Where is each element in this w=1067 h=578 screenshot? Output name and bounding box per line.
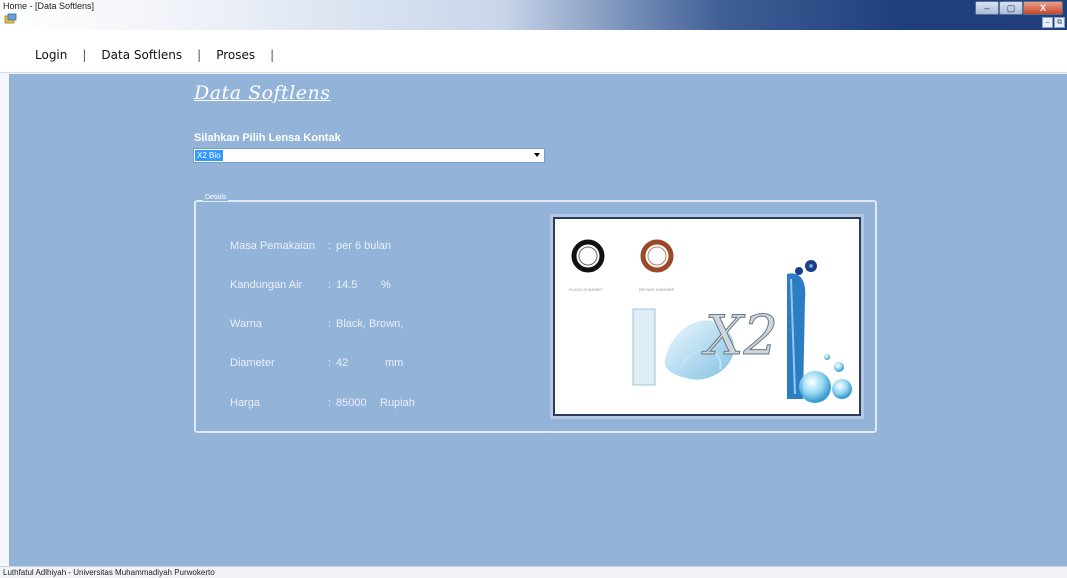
detail-label: Harga (230, 397, 260, 409)
window-title: Home - [Data Softlens] (3, 1, 95, 11)
close-button[interactable]: X (1023, 1, 1063, 15)
brand-text: X2 (701, 304, 778, 367)
window-controls: ‒ ▢ X (975, 1, 1063, 17)
maximize-button[interactable]: ▢ (999, 1, 1023, 15)
detail-value: per 6 bulan (336, 240, 392, 252)
detail-value: 85000 (336, 397, 367, 409)
menu-bar: Login | Data Softlens | Proses | (0, 30, 1067, 73)
minimize-button[interactable]: ‒ (975, 1, 999, 15)
main-window: Home - [Data Softlens] ‒ ▢ X ‒ ⧉ Login |… (0, 0, 1067, 578)
detail-label: Warna (230, 318, 262, 330)
status-bar: Luthfatul Adlhiyah - Universitas Muhamma… (0, 566, 1067, 578)
mdi-minimize-button[interactable]: ‒ (1042, 17, 1053, 28)
app-icon (4, 13, 17, 24)
detail-unit: mm (385, 357, 404, 369)
mdi-restore-button[interactable]: ⧉ (1054, 17, 1065, 28)
menu-strip: Login | Data Softlens | Proses | (35, 48, 289, 62)
product-image-frame: BLACK SHIMMER BROWN SHIMMER X2 BI (553, 217, 861, 416)
swatch-label-brown: BROWN SHIMMER (639, 287, 674, 292)
menu-item-login[interactable]: Login (35, 48, 67, 62)
detail-label: Masa Pemakaian (230, 240, 315, 252)
brand-sub-text: BI (774, 350, 787, 365)
detail-value: 14.5 (336, 279, 358, 291)
details-legend: Details (203, 194, 229, 201)
mdi-controls: ‒ ⧉ (1041, 17, 1065, 28)
menu-separator: | (197, 48, 202, 62)
detail-colon: : (328, 279, 332, 291)
lens-select-label: Silahkan Pilih Lensa Kontak (194, 132, 341, 144)
title-bar: Home - [Data Softlens] ‒ ▢ X ‒ ⧉ (0, 0, 1067, 30)
swatch-label-black: BLACK SHIMMER (569, 287, 602, 292)
lens-select-dropdown[interactable]: X2 Bio (193, 148, 545, 163)
detail-label: Kandungan Air (230, 279, 303, 291)
menu-item-data-softlens[interactable]: Data Softlens (101, 48, 182, 62)
detail-unit: Rupiah (380, 397, 415, 409)
chevron-down-icon[interactable] (534, 153, 540, 157)
detail-colon: : (328, 397, 332, 409)
detail-unit: % (381, 279, 391, 291)
detail-colon: : (328, 240, 332, 252)
lens-selected-value: X2 Bio (195, 150, 223, 161)
menu-item-proses[interactable]: Proses (216, 48, 255, 62)
detail-colon: : (328, 357, 332, 369)
menu-separator: | (270, 48, 275, 62)
detail-colon: : (328, 318, 332, 330)
status-text: Luthfatul Adlhiyah - Universitas Muhamma… (3, 568, 215, 577)
product-image: BLACK SHIMMER BROWN SHIMMER X2 BI (555, 219, 859, 414)
detail-value: 42 (336, 357, 349, 369)
detail-value: Black, Brown, (336, 318, 404, 330)
page-title: Data Softlens (194, 82, 331, 104)
menu-separator: | (82, 48, 87, 62)
detail-label: Diameter (230, 357, 275, 369)
